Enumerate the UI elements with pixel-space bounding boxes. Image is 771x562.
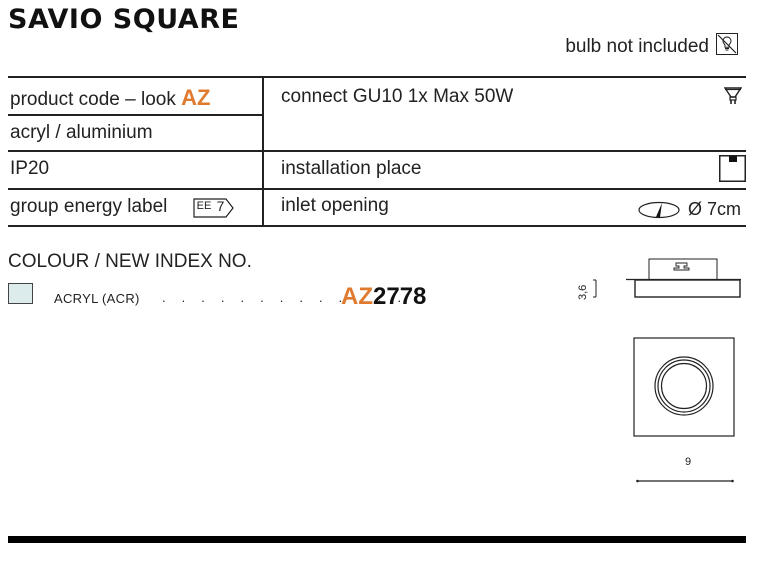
spec-installation: installation place — [281, 158, 422, 179]
row-rule — [8, 150, 746, 152]
spec-inlet: inlet opening — [281, 195, 389, 216]
colour-swatch — [8, 283, 33, 304]
index-prefix: AZ — [341, 283, 373, 310]
spec-product-code: product code – look AZ — [10, 85, 210, 111]
bulb-note: bulb not included — [565, 36, 709, 57]
colour-heading: COLOUR / NEW INDEX NO. — [8, 251, 252, 272]
bottom-rule — [8, 536, 746, 543]
inlet-opening-icon — [638, 201, 680, 224]
top-view-drawing — [632, 336, 738, 443]
spec-connect: connect GU10 1x Max 50W — [281, 86, 514, 107]
row-rule — [8, 188, 746, 190]
energy-label-badge: EE 7 — [193, 197, 234, 218]
spec-label: product code – look — [10, 89, 176, 110]
width-dimension-line — [636, 471, 736, 489]
row-rule — [8, 114, 263, 116]
index-value: 2778 — [373, 283, 427, 310]
spec-ip-rating: IP20 — [10, 158, 50, 179]
column-divider — [262, 76, 264, 226]
product-code-highlight: AZ — [181, 85, 211, 110]
spec-material: acryl / aluminium — [10, 122, 153, 143]
energy-badge-prefix: EE — [196, 199, 212, 212]
bulb-not-included-icon — [716, 33, 738, 55]
product-title: SAVIO SQUARE — [8, 4, 240, 35]
top-width-label: 9 — [685, 456, 692, 468]
spec-label: group energy label — [10, 196, 168, 217]
side-view-drawing — [578, 256, 748, 311]
energy-badge-value: 7 — [216, 197, 225, 214]
gu10-bulb-icon — [723, 86, 743, 111]
ceiling-installation-icon — [719, 155, 746, 187]
colour-name: ACRYL (ACR) — [54, 291, 140, 306]
table-top-rule — [8, 76, 746, 78]
inlet-diameter: Ø 7cm — [688, 199, 742, 219]
spec-energy-label: group energy label EE 7 — [10, 196, 234, 218]
table-bottom-rule — [8, 225, 746, 227]
side-height-label: 3,6 — [577, 284, 589, 300]
index-number: AZ2778 — [341, 283, 426, 311]
